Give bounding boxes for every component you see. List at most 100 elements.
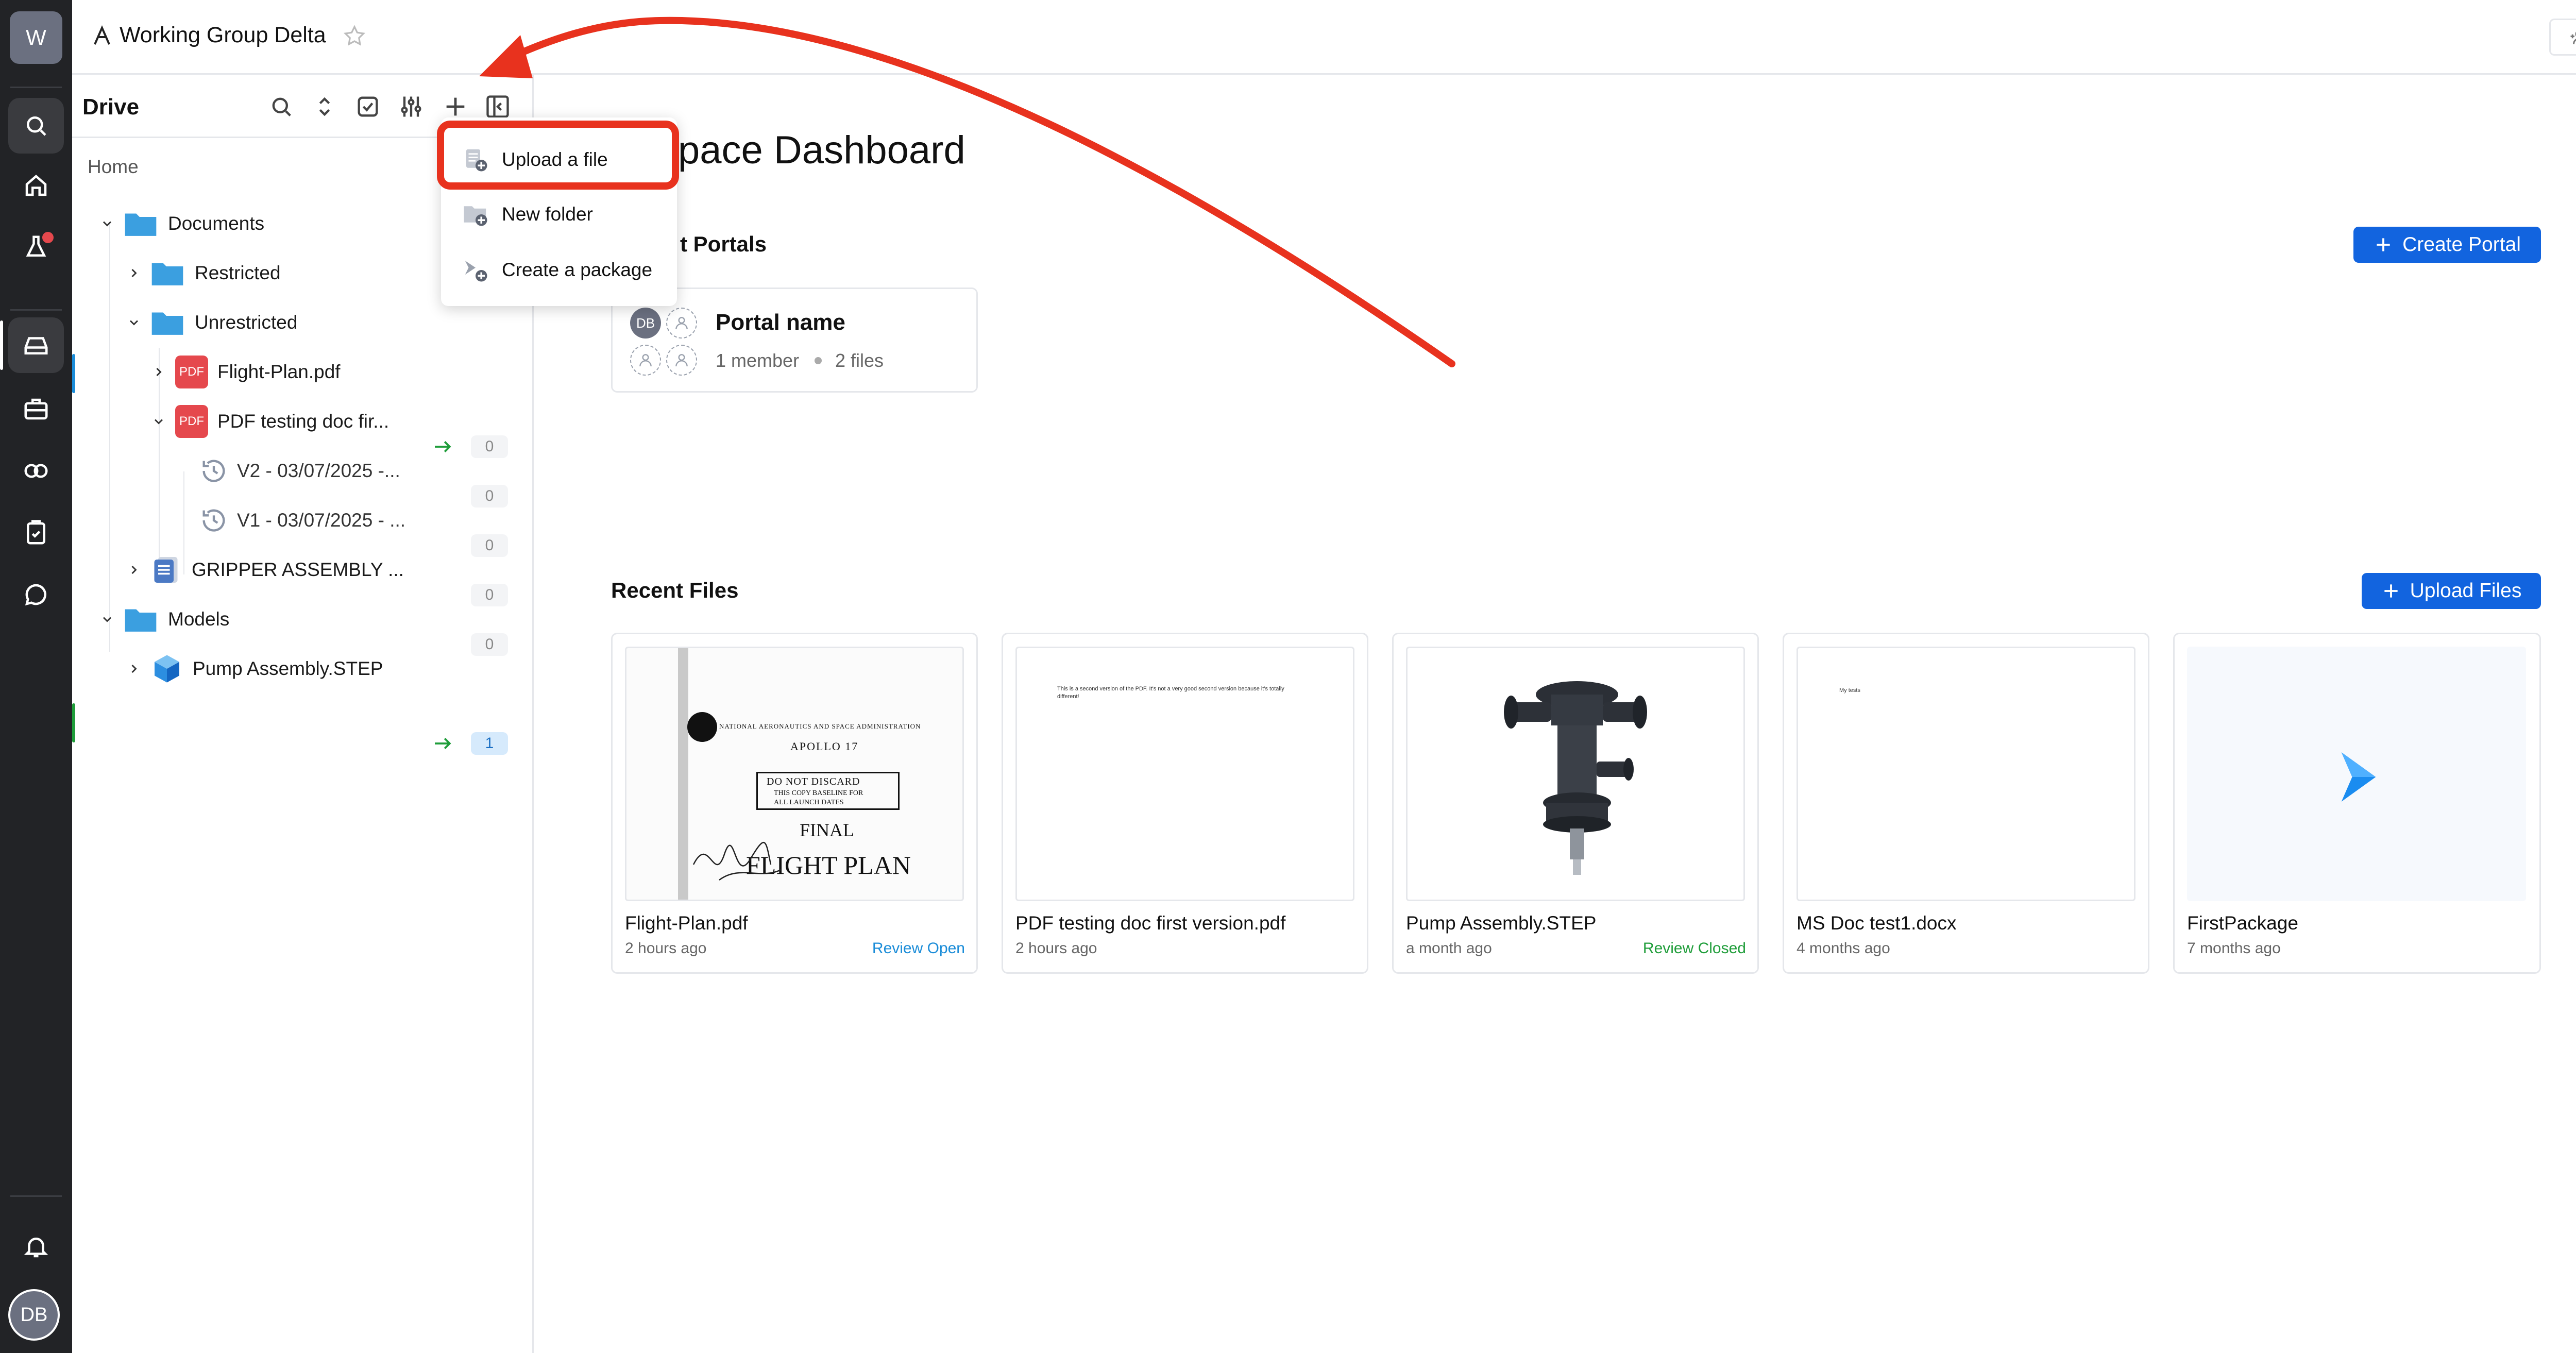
- lab-rail-button[interactable]: [8, 219, 64, 275]
- pump-assembly-thumbnail: [1406, 647, 1745, 901]
- tree-item-version-v1[interactable]: V1 - 03/07/2025 - ...: [199, 497, 405, 544]
- 3d-cube-icon: [155, 655, 179, 683]
- tree-item-label: PDF testing doc fir...: [217, 411, 389, 432]
- user-icon: [639, 354, 652, 367]
- briefcase-icon: [24, 398, 48, 420]
- file-card-pdf-testing[interactable]: This is a second version of the PDF. It'…: [1002, 633, 1368, 974]
- select-checkbox-icon[interactable]: [354, 93, 381, 120]
- chevron-right-icon: [131, 664, 137, 673]
- tasks-rail-button[interactable]: [8, 505, 64, 561]
- pump-model-render: [1504, 681, 1647, 875]
- home-rail-button[interactable]: [8, 158, 64, 213]
- scan-edge: [678, 648, 688, 900]
- chevron-right-icon: [131, 565, 137, 574]
- link-icon: [24, 464, 48, 478]
- recent-files-heading: Recent Files: [611, 578, 739, 602]
- tree-item-label: GRIPPER ASSEMBLY ...: [192, 559, 404, 580]
- file-time: 4 months ago: [1797, 940, 1890, 957]
- file-time: 7 months ago: [2187, 940, 2281, 957]
- clipboard-check-icon: [27, 520, 45, 545]
- sidebar-title: Drive: [82, 94, 140, 120]
- integrations-rail-button[interactable]: [8, 443, 64, 499]
- empty-avatar-slot: [666, 308, 697, 339]
- tree-item-label: Documents: [168, 213, 265, 234]
- package-thumbnail: [2187, 647, 2526, 901]
- notifications-rail-button[interactable]: [8, 1219, 64, 1275]
- thumb-text: ALL LAUNCH DATES: [774, 799, 844, 806]
- thumb-text: DO NOT DISCARD: [767, 776, 860, 787]
- user-avatar[interactable]: DB: [8, 1289, 60, 1341]
- home-icon: [25, 175, 47, 196]
- rail-divider: [10, 309, 62, 311]
- plus-icon: [2377, 238, 2390, 251]
- folder-icon: [151, 263, 183, 285]
- tree-item-label: Flight-Plan.pdf: [217, 361, 341, 382]
- workspace-avatar[interactable]: W: [10, 11, 62, 64]
- briefcase-rail-button[interactable]: [8, 381, 64, 437]
- tree-guide: [109, 224, 110, 652]
- search-rail-button[interactable]: [8, 98, 64, 154]
- tree-item-label: Unrestricted: [195, 312, 298, 333]
- upload-files-label: Upload Files: [2410, 580, 2522, 602]
- file-card-ms-doc[interactable]: My tests MS Doc test1.docx 4 months ago: [1783, 633, 2149, 974]
- thumb-text: NATIONAL AERONAUTICS AND SPACE ADMINISTR…: [719, 722, 921, 730]
- tree-item-models[interactable]: Models: [100, 596, 229, 642]
- folder-icon: [125, 609, 157, 632]
- tree-item-pdf-testing[interactable]: PDF PDF testing doc fir...: [151, 398, 389, 445]
- file-name: Pump Assembly.STEP: [1406, 912, 1597, 934]
- add-user-icon: [2570, 31, 2576, 44]
- tree-item-flight-plan[interactable]: PDF Flight-Plan.pdf: [151, 349, 341, 395]
- ms-doc-thumbnail: My tests: [1797, 647, 2136, 901]
- file-card-flight-plan[interactable]: NATIONAL AERONAUTICS AND SPACE ADMINISTR…: [611, 633, 978, 974]
- app-rail: W DB: [0, 0, 72, 1353]
- pdf-file-icon: PDF: [175, 356, 208, 388]
- version-history-icon: [202, 460, 225, 482]
- file-card-pump-assembly[interactable]: Pump Assembly.STEP a month ago Review Cl…: [1392, 633, 1759, 974]
- file-card-first-package[interactable]: FirstPackage 7 months ago: [2173, 633, 2541, 974]
- file-name: Flight-Plan.pdf: [625, 912, 748, 934]
- file-time: a month ago: [1406, 940, 1492, 957]
- workspace-icon: [94, 25, 110, 45]
- drive-icon: [24, 337, 48, 354]
- tree-item-version-v2[interactable]: V2 - 03/07/2025 -...: [199, 448, 400, 494]
- tree-item-gripper-assembly[interactable]: GRIPPER ASSEMBLY ...: [127, 547, 404, 593]
- active-indicator: [0, 320, 3, 370]
- members-button[interactable]: 1: [2549, 19, 2576, 56]
- file-time: 2 hours ago: [625, 940, 707, 957]
- tree-item-label: Pump Assembly.STEP: [193, 658, 383, 679]
- star-icon[interactable]: [342, 24, 367, 48]
- version-history-icon: [202, 509, 225, 532]
- chevron-down-icon: [154, 419, 163, 425]
- separator-dot: [815, 357, 822, 364]
- tree-item-label: V2 - 03/07/2025 -...: [237, 460, 400, 481]
- tree-item-documents[interactable]: Documents: [100, 200, 264, 247]
- add-icon[interactable]: [442, 93, 469, 120]
- member-avatar: DB: [630, 308, 661, 339]
- signature-scribble: [692, 841, 782, 881]
- chevron-down-icon: [103, 617, 112, 622]
- thumb-text: APOLLO 17: [790, 740, 859, 753]
- linked-arrow-icon: [435, 738, 451, 749]
- linked-arrow-icon: [435, 441, 451, 452]
- sort-icon[interactable]: [311, 93, 338, 120]
- chat-rail-button[interactable]: [8, 567, 64, 622]
- empty-avatar-slot: [630, 345, 661, 376]
- package-icon: [465, 261, 487, 282]
- tree-item-pump-assembly[interactable]: Pump Assembly.STEP: [127, 646, 383, 692]
- create-portal-button[interactable]: Create Portal: [2353, 227, 2541, 263]
- search-icon[interactable]: [268, 93, 295, 120]
- nasa-logo: [687, 712, 717, 742]
- package-file-icon: [154, 557, 178, 583]
- upload-files-button[interactable]: Upload Files: [2362, 573, 2541, 609]
- collapse-sidebar-icon[interactable]: [484, 93, 511, 120]
- new-folder-menu-item[interactable]: New folder: [441, 188, 677, 241]
- breadcrumb[interactable]: Home: [88, 156, 139, 178]
- tree-item-restricted[interactable]: Restricted: [127, 250, 281, 296]
- create-package-menu-item[interactable]: Create a package: [441, 243, 677, 297]
- review-status: Review Closed: [1642, 940, 1746, 957]
- count-badge: 0: [471, 584, 508, 606]
- drive-rail-button[interactable]: [8, 317, 64, 373]
- tree-item-unrestricted[interactable]: Unrestricted: [127, 299, 297, 346]
- thumb-text: My tests: [1839, 687, 1860, 694]
- filter-sliders-icon[interactable]: [398, 93, 425, 120]
